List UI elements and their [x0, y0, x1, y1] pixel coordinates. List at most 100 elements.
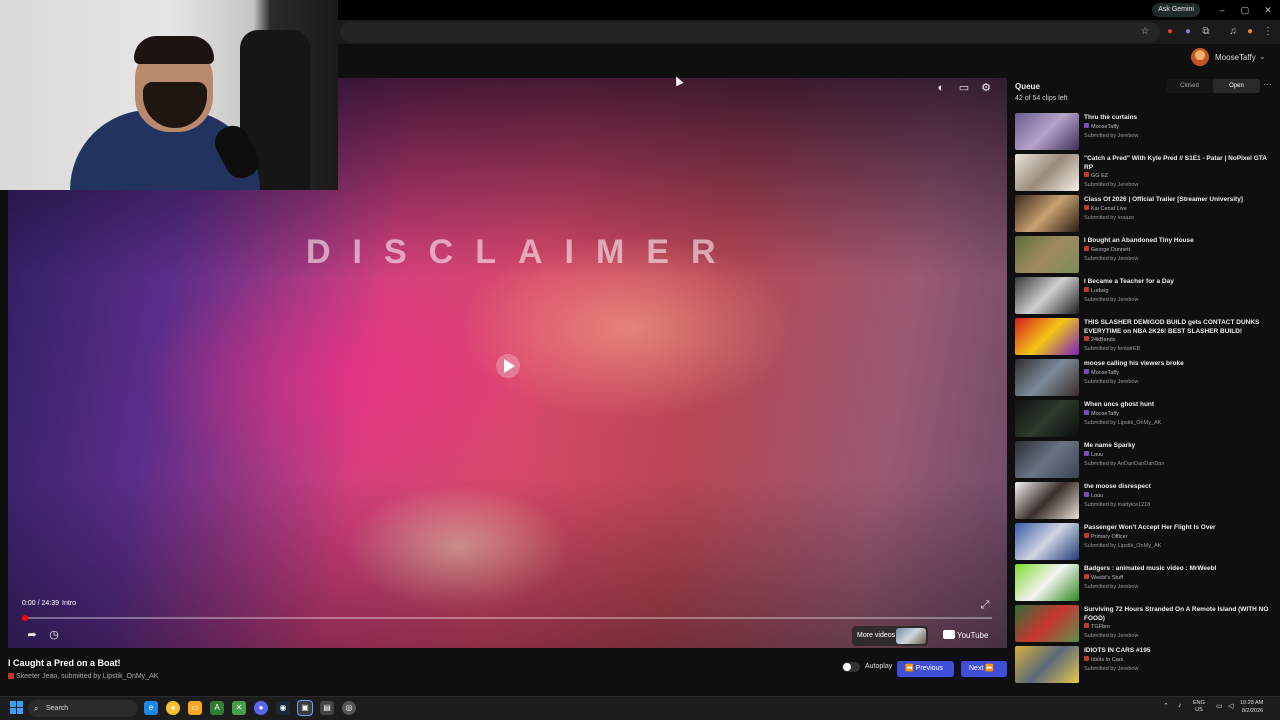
input-language[interactable]: ENG US: [1193, 700, 1205, 714]
queue-item[interactable]: "Catch a Pred" With Kyle Pred // S1E1 - …: [1014, 153, 1276, 194]
queue-item-thumbnail[interactable]: [1015, 482, 1079, 519]
bookmark-star-icon[interactable]: ☆: [1138, 25, 1152, 39]
chrome-icon[interactable]: ●: [166, 701, 180, 715]
queue-item[interactable]: Thru the curtains MooseTaffy Submitted by …: [1014, 112, 1276, 153]
network-icon[interactable]: ▭: [1216, 702, 1223, 710]
media-controls-icon[interactable]: ♫: [1226, 25, 1240, 39]
queue-item-thumbnail[interactable]: [1015, 441, 1079, 478]
queue-item-thumbnail[interactable]: [1015, 195, 1079, 232]
xbox-icon[interactable]: ✕: [232, 701, 246, 715]
queue-item-thumbnail[interactable]: [1015, 236, 1079, 273]
queue-item-text: the moose disrespect Louu Submitted by mat…: [1084, 483, 1276, 509]
queue-item-title[interactable]: Badgers : animated music video : MrWeebl: [1084, 565, 1276, 574]
queue-item[interactable]: I Became a Teacher for a Day Ludwig Submit…: [1014, 276, 1276, 317]
queue-item-title[interactable]: "Catch a Pred" With Kyle Pred // S1E1 - …: [1084, 155, 1276, 172]
autoplay-toggle[interactable]: [842, 662, 860, 672]
extensions-puzzle-icon[interactable]: ⧉: [1199, 25, 1213, 39]
queue-item-title[interactable]: Class Of 2026 | Official Trailer [Stream…: [1084, 196, 1276, 205]
queue-item-thumbnail[interactable]: [1015, 400, 1079, 437]
queue-item-channel-name: Louu: [1091, 492, 1104, 499]
settings-gear-icon[interactable]: ⚙: [978, 80, 994, 96]
restore-button[interactable]: ▢: [1235, 2, 1255, 18]
minimize-button[interactable]: –: [1212, 2, 1232, 18]
queue-item[interactable]: Surviving 72 Hours Stranded On A Remote …: [1014, 604, 1276, 645]
queue-item[interactable]: When uncs ghost hunt MooseTaffy Submitted …: [1014, 399, 1276, 440]
user-name[interactable]: MooseTaffy: [1215, 53, 1256, 62]
video-meta-text: Skeeter Jean, submitted by Lipstik_OnMy_…: [16, 673, 159, 680]
queue-item-title[interactable]: the moose disrespect: [1084, 483, 1276, 492]
queue-item-thumbnail[interactable]: [1015, 359, 1079, 396]
play-button[interactable]: [496, 354, 520, 378]
queue-item-title[interactable]: Surviving 72 Hours Stranded On A Remote …: [1084, 606, 1276, 623]
queue-item[interactable]: Passenger Won't Accept Her Flight Is Ove…: [1014, 522, 1276, 563]
queue-item-title[interactable]: I Became a Teacher for a Day: [1084, 278, 1276, 287]
queue-closed-button[interactable]: Closed: [1166, 79, 1213, 93]
fullscreen-icon[interactable]: ⤢: [977, 597, 993, 613]
user-avatar[interactable]: [1191, 48, 1209, 66]
extension-purple-icon[interactable]: ●: [1181, 25, 1195, 39]
volume-icon[interactable]: ◁: [1228, 702, 1233, 710]
more-options-icon[interactable]: ⋯: [1263, 79, 1272, 90]
steam-icon[interactable]: ◉: [276, 701, 290, 715]
browser-menu-icon[interactable]: ⋮: [1261, 25, 1275, 39]
queue-item[interactable]: THIS SLASHER DEMIGOD BUILD gets CONTACT …: [1014, 317, 1276, 358]
queue-item-title[interactable]: When uncs ghost hunt: [1084, 401, 1276, 410]
microphone-icon[interactable]: ♪: [1178, 702, 1182, 709]
queue-item-title[interactable]: Me name Sparky: [1084, 442, 1276, 451]
queue-item[interactable]: Class Of 2026 | Official Trailer [Stream…: [1014, 194, 1276, 235]
queue-item[interactable]: moose calling his viewers broke MooseTaff…: [1014, 358, 1276, 399]
queue-item[interactable]: IDIOTS IN CARS #195 Idiots In Cars Submitt…: [1014, 645, 1276, 686]
close-window-button[interactable]: ✕: [1258, 2, 1278, 18]
edge-icon[interactable]: e: [144, 701, 158, 715]
queue-item-thumbnail[interactable]: [1015, 154, 1079, 191]
queue-count: 42 of 54 clips left: [1015, 95, 1068, 102]
previous-button[interactable]: ⏪ Previous: [897, 661, 954, 677]
file-explorer-icon[interactable]: ▭: [188, 701, 202, 715]
queue-open-button[interactable]: Open: [1213, 79, 1260, 93]
queue-item-title[interactable]: Thru the curtains: [1084, 114, 1276, 123]
share-icon[interactable]: ➦: [24, 627, 40, 643]
ask-gemini-button[interactable]: Ask Gemini: [1152, 3, 1200, 17]
taskbar-search[interactable]: ⌕ Search: [28, 700, 138, 717]
queue-item[interactable]: I Bought an Abandoned Tiny House George D…: [1014, 235, 1276, 276]
address-bar[interactable]: [340, 22, 1160, 42]
watch-later-clock-icon[interactable]: ◷: [46, 627, 62, 643]
queue-item[interactable]: Badgers : animated music video : MrWeebl…: [1014, 563, 1276, 604]
chevron-down-icon[interactable]: ⌄: [1259, 52, 1266, 61]
obs-icon[interactable]: ◎: [342, 701, 356, 715]
system-clock[interactable]: 10:28 AM 8/2/2026: [1240, 700, 1263, 715]
queue-item-thumbnail[interactable]: [1015, 564, 1079, 601]
tray-chevron-up-icon[interactable]: ⌃: [1163, 702, 1169, 710]
queue-item-title[interactable]: IDIOTS IN CARS #195: [1084, 647, 1276, 656]
captions-icon[interactable]: ▭: [956, 80, 972, 96]
progress-handle[interactable]: [22, 615, 28, 621]
progress-bar[interactable]: [22, 617, 992, 619]
queue-item-title[interactable]: Passenger Won't Accept Her Flight Is Ove…: [1084, 524, 1276, 533]
extension-red-icon[interactable]: ●: [1163, 25, 1177, 39]
queue-item-title[interactable]: I Bought an Abandoned Tiny House: [1084, 237, 1276, 246]
terminal-icon[interactable]: ▣: [297, 700, 313, 716]
app-a-icon[interactable]: A: [210, 701, 224, 715]
queue-item[interactable]: the moose disrespect Louu Submitted by mat…: [1014, 481, 1276, 522]
more-videos-button[interactable]: More videos: [852, 626, 928, 646]
app-tray-icon[interactable]: ▤: [320, 701, 334, 715]
queue-item-thumbnail[interactable]: [1015, 113, 1079, 150]
queue-item-thumbnail[interactable]: [1015, 318, 1079, 355]
queue-item-thumbnail[interactable]: [1015, 523, 1079, 560]
queue-item-title[interactable]: THIS SLASHER DEMIGOD BUILD gets CONTACT …: [1084, 319, 1276, 336]
queue-item-title[interactable]: moose calling his viewers broke: [1084, 360, 1276, 369]
profile-avatar-icon[interactable]: ●: [1243, 25, 1257, 39]
queue-item-submitter: Submitted by Jerebow: [1084, 378, 1139, 385]
brightness-icon[interactable]: ◐: [933, 80, 949, 96]
queue-item-thumbnail[interactable]: [1015, 646, 1079, 683]
next-button[interactable]: Next ⏩: [961, 661, 1007, 677]
youtube-logo[interactable]: YouTube: [943, 630, 988, 640]
discord-icon[interactable]: ●: [254, 701, 268, 715]
more-videos-thumbnail: [896, 628, 926, 644]
queue-item-thumbnail[interactable]: [1015, 605, 1079, 642]
queue-item[interactable]: Me name Sparky Louu Submitted by AnDanDanD…: [1014, 440, 1276, 481]
queue-item-thumbnail[interactable]: [1015, 277, 1079, 314]
windows-start-icon[interactable]: [10, 701, 24, 715]
queue-item-channel: Kai Cenat Live: [1084, 204, 1276, 214]
chapter-label[interactable]: Intro: [62, 600, 76, 607]
